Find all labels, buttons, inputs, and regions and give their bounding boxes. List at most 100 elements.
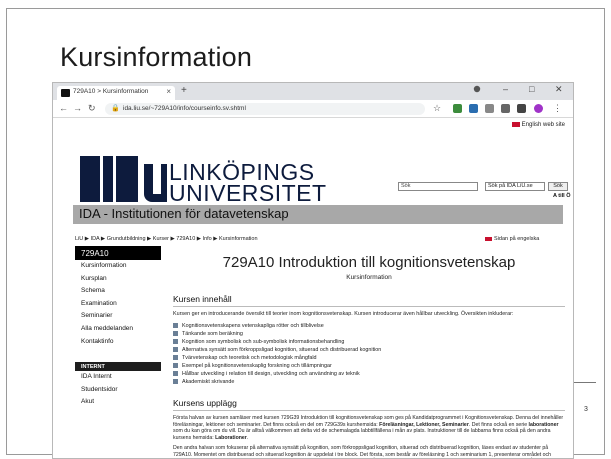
browser-screenshot: 729A10 > Kursinformation × + – □ ✕ ← → ↻… — [52, 82, 574, 459]
list-item: Akademiskt skrivande — [173, 378, 565, 386]
list-item: Kognition som symbolisk och sub-symbolis… — [173, 338, 565, 346]
list-item-text: Hållbar utveckling i relation till desig… — [182, 371, 360, 377]
list-item-text: Exempel på kognitionsvetenskaplig forskn… — [182, 363, 332, 369]
course-subtitle: Kursinformation — [346, 274, 392, 281]
slide-title: Kursinformation — [60, 42, 253, 72]
english-site-label: English web site — [521, 122, 565, 129]
list-item: Tänkande som beräkning — [173, 330, 565, 338]
bullet-icon — [173, 330, 178, 336]
section-heading: Kursen innehåll — [173, 294, 565, 307]
url-text: ida.liu.se/~729A10/info/courseinfo.sv.sh… — [123, 105, 246, 112]
list-item: Hållbar utveckling i relation till desig… — [173, 370, 565, 378]
logo-bar-u2 — [161, 164, 167, 202]
bullet-icon — [173, 338, 178, 344]
list-item: Alternativa synsätt som förkroppsligad k… — [173, 346, 565, 354]
list-item-text: Akademiskt skrivande — [182, 379, 235, 385]
structure-paragraph-2: Den andra halvan som fokuserar på altern… — [173, 444, 552, 458]
uk-flag-icon — [511, 122, 520, 127]
search-input[interactable]: Sök — [398, 182, 478, 191]
browser-toolbar: ← → ↻ 🔒 ida.liu.se/~729A10/info/coursein… — [53, 100, 573, 118]
sidebar-item-examination[interactable]: Examination — [75, 298, 161, 311]
breadcrumb[interactable]: LiU ▶ IDA ▶ Grundutbildning ▶ Kurser ▶ 7… — [75, 236, 258, 242]
back-arrow-icon[interactable]: ← — [59, 103, 68, 113]
menu-dots-icon[interactable]: ⋮ — [553, 103, 562, 114]
maximize-button[interactable]: □ — [529, 84, 534, 94]
page-english-label: Sidan på engelska — [494, 236, 540, 242]
bullet-icon — [173, 322, 178, 328]
logo-bar-l2 — [116, 156, 138, 202]
department-name: IDA - Institutionen för datavetenskap — [79, 206, 289, 221]
star-icon[interactable]: ☆ — [433, 103, 441, 114]
english-site-link[interactable]: English web site — [511, 122, 565, 129]
sidebar-course-code[interactable]: 729A10 — [75, 246, 161, 260]
course-sidebar: 729A10 Kursinformation Kursplan Schema E… — [75, 246, 161, 409]
list-item-text: Tvärvetenskap och teoretisk och metodolo… — [182, 355, 317, 361]
labs-text: laborationer — [528, 421, 559, 428]
logo-bar-i — [103, 156, 113, 202]
labs-link[interactable]: Laborationer — [215, 435, 247, 441]
department-banner: IDA - Institutionen för datavetenskap — [73, 205, 563, 224]
logo-bar-u-bottom — [153, 194, 161, 202]
bullet-icon — [173, 354, 178, 360]
sidebar-item-ida-internt[interactable]: IDA Internt — [75, 371, 161, 384]
search-scope-select[interactable]: Sök på IDA LiU.se — [485, 182, 545, 191]
sidebar-item-alla-meddelanden[interactable]: Alla meddelanden — [75, 323, 161, 336]
list-item-text: Alternativa synsätt som förkroppsligad k… — [182, 347, 382, 353]
bullet-icon — [173, 378, 178, 384]
university-name-line2: UNIVERSITET — [169, 180, 327, 206]
slide-number: 3 — [584, 406, 588, 413]
slide-decoration-line — [574, 382, 596, 383]
extension-icon[interactable] — [469, 104, 478, 113]
sidebar-item-kursinformation[interactable]: Kursinformation — [75, 260, 161, 273]
section-structure: Kursens upplägg Första halvan av kursen … — [173, 398, 565, 458]
list-item: Exempel på kognitionsvetenskaplig forskn… — [173, 362, 565, 370]
profile-icon[interactable] — [473, 85, 481, 95]
university-name: LINKÖPINGS UNIVERSITET — [169, 161, 327, 206]
tab-title: 729A10 > Kursinformation — [73, 88, 149, 95]
section-content: Kursen innehåll Kursen ger en introducer… — [173, 294, 565, 386]
list-item-text: Kognition som symbolisk och sub-symbolis… — [182, 339, 345, 345]
extension-icon[interactable] — [453, 104, 462, 113]
minimize-button[interactable]: – — [503, 84, 508, 94]
lectures-link[interactable]: Föreläsningar, Lektioner, Seminarier — [379, 422, 469, 428]
bullet-icon — [173, 370, 178, 376]
sidebar-item-kontaktinfo[interactable]: Kontaktinfo — [75, 336, 161, 349]
sidebar-item-seminarier[interactable]: Seminarier — [75, 310, 161, 323]
tab-close-icon[interactable]: × — [166, 87, 171, 96]
uk-flag-icon — [485, 236, 492, 241]
section-intro: Kursen ger en introducerande översikt ti… — [173, 311, 514, 317]
sidebar-intern-heading: INTERNT — [75, 362, 161, 372]
sidebar-item-studentsidor[interactable]: Studentsidor — [75, 384, 161, 397]
para-text: . Det finns också en serie — [468, 421, 529, 428]
web-page: English web site LINKÖPINGS UNIVERSITET … — [53, 118, 573, 458]
extension-icon[interactable] — [501, 104, 510, 113]
browser-titlebar: 729A10 > Kursinformation × + – □ ✕ — [53, 83, 573, 100]
page-english-link[interactable]: Sidan på engelska — [485, 236, 539, 242]
list-item-text: Kognitionsvetenskapens vetenskapliga röt… — [182, 323, 324, 329]
extension-icon[interactable] — [485, 104, 494, 113]
close-window-button[interactable]: ✕ — [555, 84, 563, 95]
bullet-icon — [173, 346, 178, 352]
sidebar-item-akut[interactable]: Akut — [75, 396, 161, 409]
bullet-icon — [173, 362, 178, 368]
logo-bar-l — [80, 156, 100, 202]
address-bar[interactable]: 🔒 ida.liu.se/~729A10/info/courseinfo.sv.… — [105, 103, 425, 115]
search-button[interactable]: Sök — [548, 182, 568, 191]
sidebar-item-schema[interactable]: Schema — [75, 285, 161, 298]
reload-icon[interactable]: ↻ — [88, 103, 96, 114]
new-tab-button[interactable]: + — [181, 85, 187, 96]
course-title: 729A10 Introduktion till kognitionsveten… — [222, 254, 516, 271]
sidebar-item-kursplan[interactable]: Kursplan — [75, 273, 161, 286]
avatar[interactable] — [534, 104, 543, 113]
list-item: Kognitionsvetenskapens vetenskapliga röt… — [173, 322, 565, 330]
para-text: . — [246, 435, 249, 442]
browser-tab[interactable]: 729A10 > Kursinformation × — [57, 86, 175, 100]
structure-paragraph-1: Första halvan av kursen samläser med kur… — [173, 415, 565, 442]
liu-favicon-icon — [61, 89, 70, 97]
list-item: Tvärvetenskap och teoretisk och metodolo… — [173, 354, 565, 362]
section-heading: Kursens upplägg — [173, 398, 565, 411]
forward-arrow-icon[interactable]: → — [73, 103, 82, 113]
puzzle-icon[interactable] — [517, 104, 526, 113]
a-to-o-link[interactable]: A till Ö — [553, 193, 571, 199]
list-item-text: Tänkande som beräkning — [182, 331, 243, 337]
